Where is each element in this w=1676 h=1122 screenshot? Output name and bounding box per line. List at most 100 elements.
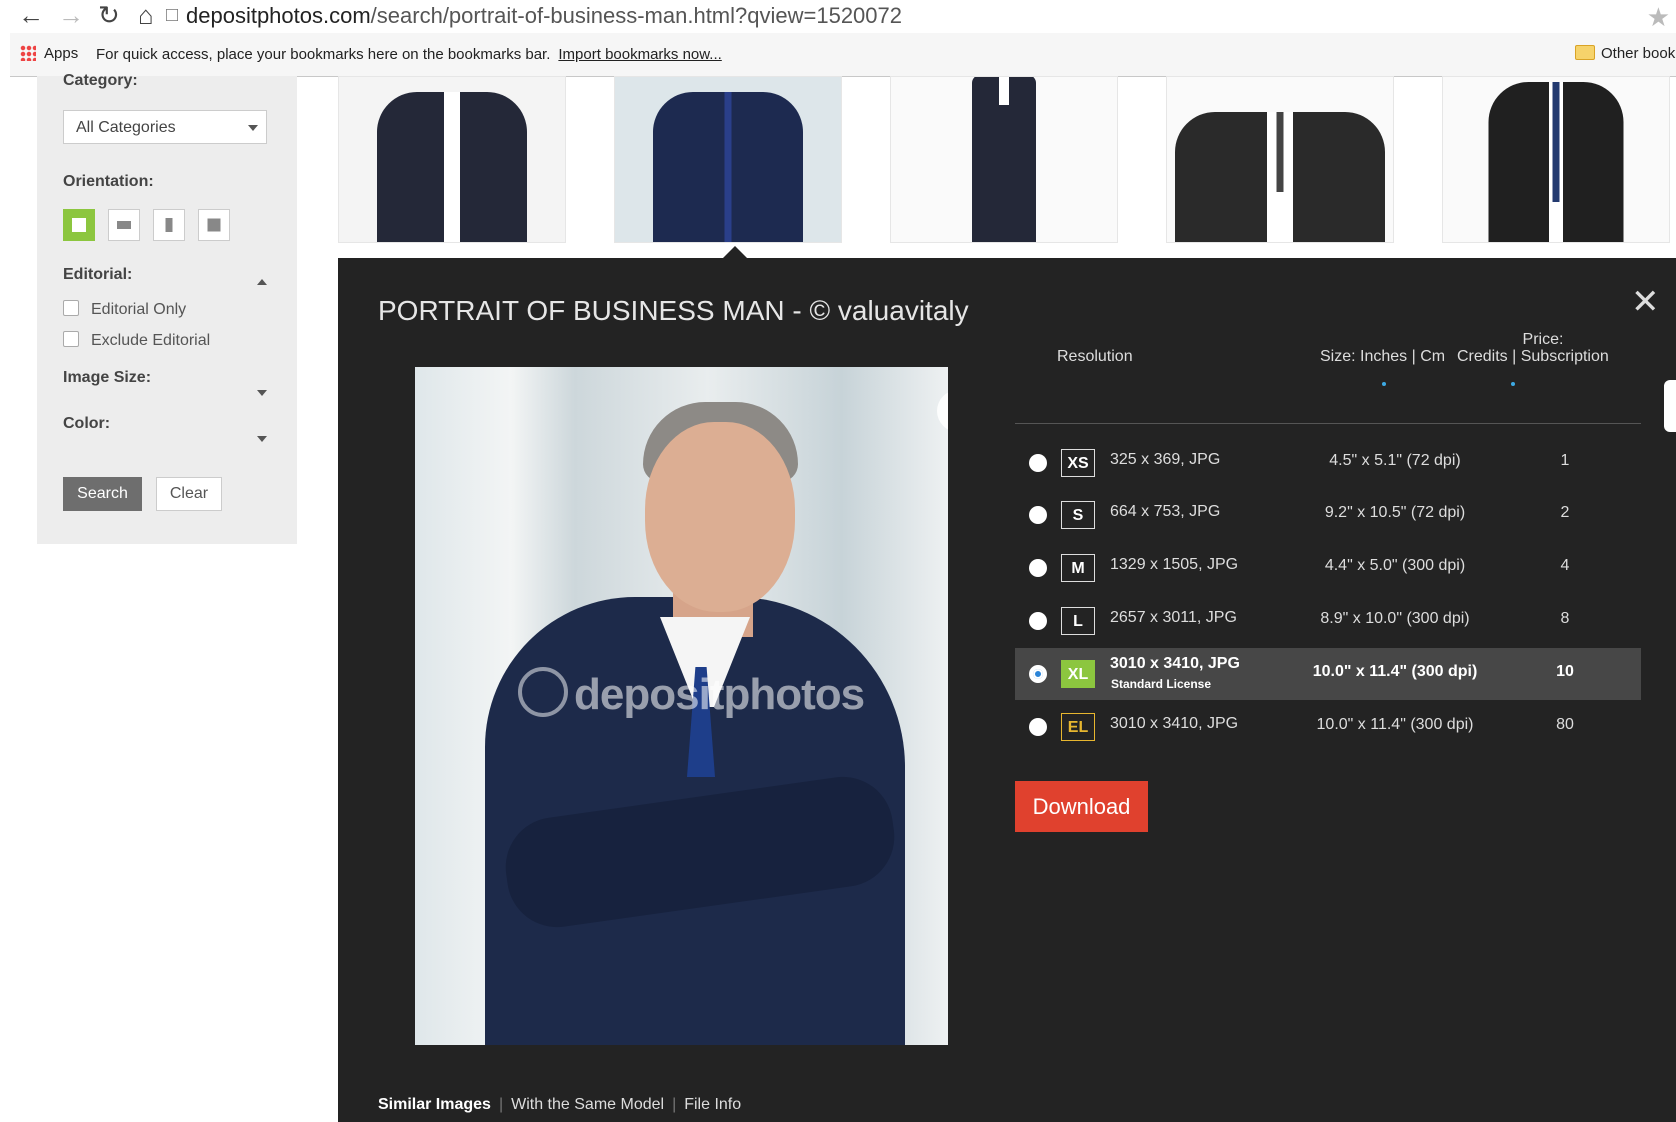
price-value: 80 <box>1556 716 1574 733</box>
download-button[interactable]: Download <box>1015 781 1148 832</box>
resolution-value: 325 x 369, JPG <box>1110 451 1221 468</box>
bookmarks-hint: For quick access, place your bookmarks h… <box>96 46 722 63</box>
photo-face <box>645 422 795 612</box>
result-thumbnail[interactable] <box>338 76 566 243</box>
radio-button[interactable] <box>1029 559 1047 577</box>
image-size-label[interactable]: Image Size: <box>63 369 151 387</box>
bookmarks-bar: Apps For quick access, place your bookma… <box>10 33 1676 77</box>
side-feedback-tab[interactable] <box>1664 380 1676 432</box>
thumbnail-tie <box>1276 112 1284 192</box>
expand-arrow-icon[interactable] <box>257 436 267 442</box>
resolution-row-el[interactable]: EL 3010 x 3410, JPG 10.0" x 11.4" (300 d… <box>1015 701 1641 753</box>
apps-shortcut[interactable]: Apps <box>20 45 78 62</box>
preview-image[interactable]: depositphotos ⊕ <box>415 367 948 1045</box>
price-value: 1 <box>1560 452 1570 469</box>
result-thumbnail[interactable] <box>614 76 842 243</box>
price-value: 8 <box>1560 610 1570 627</box>
home-icon[interactable]: ⌂ <box>138 0 154 30</box>
result-thumbnail[interactable] <box>890 76 1118 243</box>
back-arrow-icon[interactable]: ← <box>18 0 44 30</box>
color-label[interactable]: Color: <box>63 415 110 433</box>
tab-same-model[interactable]: With the Same Model <box>511 1096 664 1113</box>
collapse-arrow-icon[interactable] <box>257 279 267 285</box>
orientation-vertical-button[interactable] <box>153 209 185 241</box>
radio-button[interactable] <box>1029 506 1047 524</box>
size-badge: M <box>1061 554 1095 582</box>
forward-arrow-icon[interactable]: → <box>58 0 84 30</box>
resolution-row-m[interactable]: M 1329 x 1505, JPG 4.4" x 5.0" (300 dpi)… <box>1015 542 1641 594</box>
orientation-all-button[interactable] <box>63 209 95 241</box>
url-path: /search/portrait-of-business-man.html?qv… <box>370 3 903 28</box>
tab-separator: | <box>672 1096 677 1113</box>
other-bookmarks[interactable]: Other book <box>1575 45 1675 62</box>
size-value: 10.0" x 11.4" (300 dpi) <box>1316 716 1474 733</box>
category-select-value: All Categories <box>76 119 176 136</box>
size-badge: XS <box>1061 449 1095 477</box>
chevron-down-icon <box>248 125 258 131</box>
radio-button[interactable] <box>1029 612 1047 630</box>
thumbnail-shirt <box>444 92 460 242</box>
price-value: 2 <box>1560 504 1570 521</box>
orientation-all-icon <box>72 218 86 232</box>
close-icon[interactable]: ✕ <box>1631 285 1660 319</box>
filters-panel: Category: All Categories Orientation: Ed… <box>37 72 297 544</box>
resolution-header: Resolution <box>1057 348 1133 365</box>
price-header-line1: Price: <box>1522 331 1564 348</box>
orientation-square-button[interactable] <box>198 209 230 241</box>
editorial-only-label: Editorial Only <box>91 301 187 318</box>
orientation-horizontal-button[interactable] <box>108 209 140 241</box>
radio-button[interactable] <box>1029 718 1047 736</box>
horizontal-icon <box>117 221 131 229</box>
size-badge: EL <box>1061 713 1095 741</box>
tab-similar-images[interactable]: Similar Images <box>378 1096 491 1113</box>
exclude-editorial-checkbox[interactable]: Exclude Editorial <box>63 331 210 350</box>
result-thumbnail[interactable] <box>1166 76 1394 243</box>
url-field[interactable]: depositphotos.com/search/portrait-of-bus… <box>186 0 902 32</box>
resolution-value: 664 x 753, JPG <box>1110 503 1221 520</box>
resolution-row-l[interactable]: L 2657 x 3011, JPG 8.9" x 10.0" (300 dpi… <box>1015 595 1641 647</box>
category-label: Category: <box>63 72 138 89</box>
square-icon <box>207 218 221 232</box>
clear-button[interactable]: Clear <box>156 477 222 511</box>
size-value: 8.9" x 10.0" (300 dpi) <box>1320 610 1470 627</box>
page-icon: □ <box>166 4 179 26</box>
resolution-value: 3010 x 3410, JPG <box>1110 655 1240 672</box>
size-header: Size: Inches | Cm <box>1320 348 1446 365</box>
resolution-row-s[interactable]: S 664 x 753, JPG 9.2" x 10.5" (72 dpi) 2 <box>1015 489 1641 541</box>
editorial-label: Editorial: <box>63 266 133 283</box>
watermark: depositphotos <box>518 667 865 720</box>
zoom-in-icon[interactable]: ⊕ <box>937 390 948 432</box>
apps-grid-icon <box>20 45 36 61</box>
import-bookmarks-link[interactable]: Import bookmarks now... <box>558 46 721 63</box>
price-header-line2: Credits | Subscription <box>1457 348 1609 365</box>
radio-button[interactable] <box>1029 454 1047 472</box>
editorial-only-checkbox[interactable]: Editorial Only <box>63 300 186 319</box>
image-viewer-panel: PORTRAIT OF BUSINESS MAN - © valuavitaly… <box>338 258 1676 1122</box>
search-button[interactable]: Search <box>63 477 142 511</box>
camera-logo-icon <box>518 667 568 717</box>
size-value: 9.2" x 10.5" (72 dpi) <box>1324 504 1466 521</box>
header-indicator-dot <box>1511 382 1515 386</box>
radio-button-selected[interactable] <box>1029 665 1047 683</box>
size-value: 4.5" x 5.1" (72 dpi) <box>1329 452 1461 469</box>
expand-arrow-icon[interactable] <box>257 390 267 396</box>
thumbnail-shirt <box>999 77 1009 105</box>
tab-file-info[interactable]: File Info <box>684 1096 741 1113</box>
apps-label: Apps <box>44 45 79 62</box>
bookmark-star-icon[interactable]: ★ <box>1647 2 1670 33</box>
size-badge: S <box>1061 501 1095 529</box>
checkbox-box <box>63 300 79 316</box>
folder-icon <box>1575 45 1595 60</box>
category-select[interactable]: All Categories <box>63 110 267 144</box>
reload-icon[interactable]: ↻ <box>98 0 120 30</box>
exclude-editorial-label: Exclude Editorial <box>91 332 211 349</box>
viewer-tabs: Similar Images | With the Same Model | File … <box>378 1096 741 1114</box>
resolution-row-xs[interactable]: XS 325 x 369, JPG 4.5" x 5.1" (72 dpi) 1 <box>1015 437 1641 489</box>
resolution-value: 2657 x 3011, JPG <box>1110 609 1237 626</box>
url-host: depositphotos.com <box>186 3 371 28</box>
address-bar: ← → ↻ ⌂ □ depositphotos.com/search/portr… <box>0 0 1676 33</box>
resolution-row-xl[interactable]: XL 3010 x 3410, JPG Standard License 10.… <box>1015 648 1641 700</box>
resolution-value: 1329 x 1505, JPG <box>1110 556 1239 573</box>
result-thumbnail[interactable] <box>1442 76 1670 243</box>
bookmarks-hint-text: For quick access, place your bookmarks h… <box>96 46 551 63</box>
